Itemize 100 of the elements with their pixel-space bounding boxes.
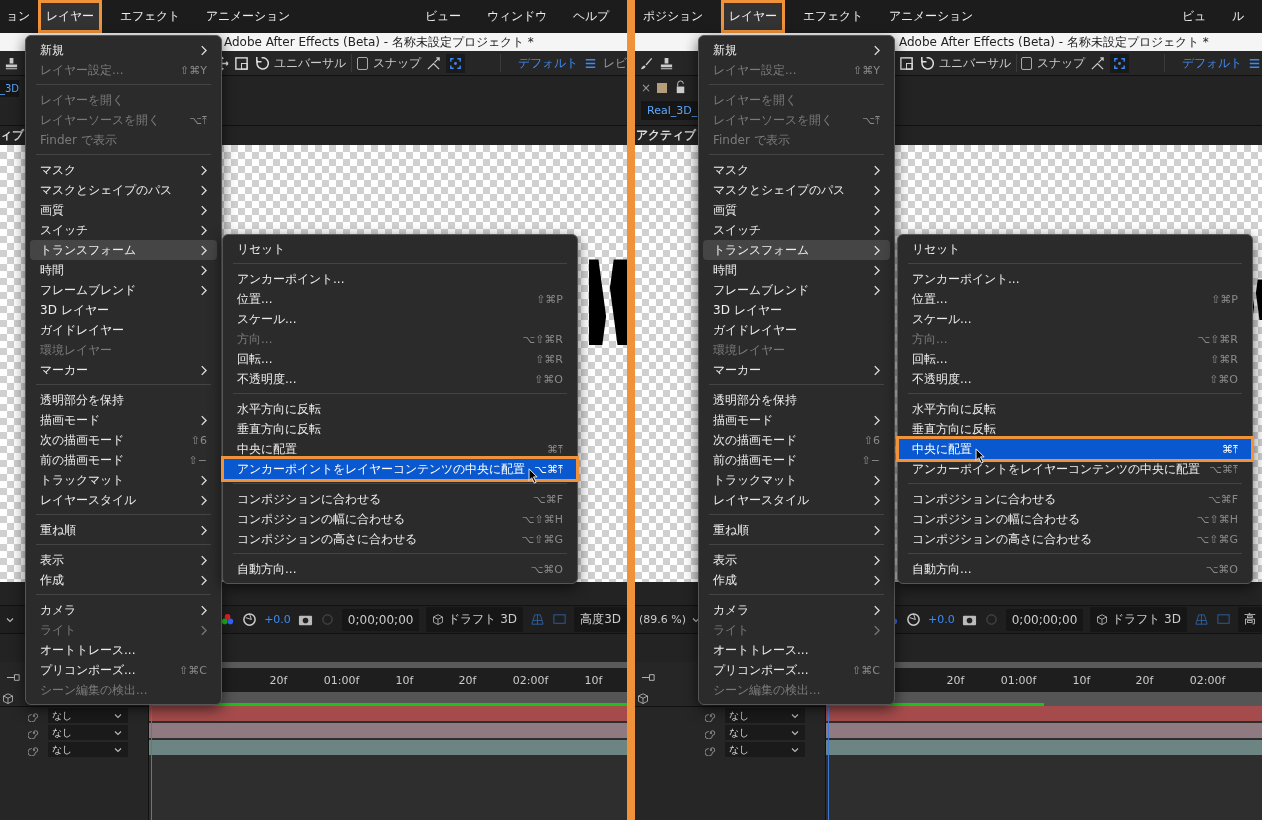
menu-item[interactable]: 自動方向... ⌥⌘O [227, 559, 573, 579]
composition-tab[interactable]: _3D [0, 80, 20, 97]
menu-item[interactable]: 回転... ⇧⌘R [227, 349, 573, 369]
snap-tool-icon[interactable] [426, 55, 442, 71]
menu-item[interactable]: オートトレース... [703, 640, 890, 660]
snap-checkbox[interactable] [1021, 56, 1033, 70]
menu-bar-item[interactable]: ポジション [635, 0, 711, 33]
close-icon[interactable]: × [641, 80, 652, 95]
focus-icon[interactable] [1110, 53, 1130, 73]
stamp-icon[interactable] [659, 55, 674, 71]
cube-icon[interactable] [2, 693, 14, 705]
parent-dropdown[interactable]: なし [48, 708, 128, 723]
menu-item[interactable]: 透明部分を保持 [703, 390, 890, 410]
menu-item[interactable]: コンポジションの高さに合わせる ⌥⇧⌘G [902, 529, 1248, 549]
menu-item[interactable]: オートトレース... [30, 640, 217, 660]
menu-item[interactable]: マスクとシェイプのパス [30, 180, 217, 200]
exposure-icon[interactable] [242, 612, 258, 627]
timecode-field[interactable]: 0;00;00;00 [341, 608, 420, 631]
rotate-icon[interactable] [254, 55, 270, 71]
menu-item[interactable]: プリコンポーズ... ⇧⌘C [30, 660, 217, 680]
menu-item[interactable]: 垂直方向に反転 [902, 419, 1248, 439]
parent-dropdown[interactable]: なし [725, 742, 805, 757]
workspace-tab[interactable]: レビ [603, 54, 627, 72]
menu-item[interactable]: 表示 [703, 550, 890, 570]
menu-item[interactable]: スイッチ [30, 220, 217, 240]
menu-item[interactable]: マスク [703, 160, 890, 180]
renderer-button[interactable]: ドラフト 3D [1090, 607, 1187, 632]
parent-dropdown[interactable]: なし [725, 708, 805, 723]
menu-item[interactable]: 透明部分を保持 [30, 390, 217, 410]
menu-item[interactable]: 新規 [30, 40, 217, 60]
menu-item[interactable]: ガイドレイヤー [703, 320, 890, 340]
menu-bar-item[interactable]: エフェクト [795, 0, 871, 33]
menu-item[interactable]: 前の描画モード ⇧− [30, 450, 217, 470]
transform-box-icon[interactable] [898, 55, 914, 71]
menu-bar-item[interactable]: ビュー [417, 0, 469, 33]
menu-bar-item[interactable]: アニメーション [198, 0, 298, 33]
menu-item[interactable]: スイッチ [703, 220, 890, 240]
menu-item[interactable]: 不透明度... ⇧⌘O [227, 369, 573, 389]
menu-item[interactable]: 不透明度... ⇧⌘O [902, 369, 1248, 389]
menu-item[interactable]: 画質 [30, 200, 217, 220]
menu-item[interactable]: 垂直方向に反転 [227, 419, 573, 439]
renderer-dropdown[interactable]: 高 [1238, 607, 1262, 632]
menu-item[interactable]: 自動方向... ⌥⌘O [902, 559, 1248, 579]
menu-bar-item[interactable]: ョン [0, 0, 38, 33]
menu-item[interactable]: トランスフォーム [703, 240, 890, 260]
menu-item[interactable]: 描画モード [30, 410, 217, 430]
grid-icon[interactable] [1194, 612, 1209, 627]
menu-item[interactable]: アンカーポイントをレイヤーコンテンツの中央に配置 ⌥⌘⤒ [902, 459, 1248, 479]
menu-item[interactable]: コンポジションに合わせる ⌥⌘F [902, 489, 1248, 509]
menu-item[interactable]: リセット [227, 239, 573, 259]
menu-item[interactable]: マーカー [30, 360, 217, 380]
menu-item[interactable]: 次の描画モード ⇧6 [30, 430, 217, 450]
menu-bar-item[interactable]: アニメーション [881, 0, 981, 33]
menu-item[interactable]: 回転... ⇧⌘R [902, 349, 1248, 369]
axis-mode-label[interactable]: ユニバーサル [274, 54, 347, 72]
renderer-dropdown[interactable]: 高度3D [574, 607, 627, 632]
menu-item[interactable]: トラックマット [30, 470, 217, 490]
menu-item[interactable]: 新規 [703, 40, 890, 60]
focus-icon[interactable] [446, 53, 466, 73]
grid-icon[interactable] [530, 612, 546, 627]
menu-item[interactable]: 3D レイヤー [30, 300, 217, 320]
menu-item[interactable]: 位置... ⇧⌘P [227, 289, 573, 309]
menu-item[interactable]: フレームブレンド [703, 280, 890, 300]
menu-item[interactable]: コンポジションの高さに合わせる ⌥⇧⌘G [227, 529, 573, 549]
workspace-tab[interactable]: デフォルト [1182, 54, 1242, 72]
snap-tool-icon[interactable] [1090, 55, 1106, 71]
workspace-tab[interactable]: デフォルト [518, 54, 578, 72]
menu-item[interactable]: 中央に配置 ⌘⤒ [227, 439, 573, 459]
menu-item[interactable]: コンポジションの幅に合わせる ⌥⇧⌘H [227, 509, 573, 529]
menu-item[interactable]: フレームブレンド [30, 280, 217, 300]
menu-item[interactable]: 水平方向に反転 [227, 399, 573, 419]
work-area-bar[interactable] [149, 703, 627, 706]
renderer-button[interactable]: ドラフト 3D [426, 607, 524, 632]
menu-item[interactable]: 3D レイヤー [703, 300, 890, 320]
snap-label[interactable]: スナップ [1037, 54, 1086, 72]
menu-item[interactable]: アンカーポイント... [227, 269, 573, 289]
menu-item[interactable]: レイヤースタイル [703, 490, 890, 510]
menu-item[interactable]: 位置... ⇧⌘P [902, 289, 1248, 309]
menu-item[interactable]: マスクとシェイプのパス [703, 180, 890, 200]
menu-item[interactable]: 時間 [30, 260, 217, 280]
menu-item[interactable]: 次の描画モード ⇧6 [703, 430, 890, 450]
menu-item[interactable]: コンポジションの幅に合わせる ⌥⇧⌘H [902, 509, 1248, 529]
menu-bar-item[interactable]: レイヤー [721, 0, 785, 33]
menu-bar-item[interactable]: エフェクト [112, 0, 188, 33]
menu-item[interactable]: 重ね順 [703, 520, 890, 540]
menu-bar-item[interactable]: ビュ [1174, 0, 1214, 33]
brush-icon[interactable] [639, 55, 654, 71]
parent-dropdown[interactable]: なし [48, 725, 128, 740]
menu-item[interactable]: リセット [902, 239, 1248, 259]
menu-item[interactable]: 作成 [703, 570, 890, 590]
snap-label[interactable]: スナップ [373, 54, 422, 72]
menu-item[interactable]: カメラ [703, 600, 890, 620]
zoom-dropdown[interactable]: (89.6 %) [639, 613, 687, 626]
parent-dropdown[interactable]: なし [48, 742, 128, 757]
menu-item[interactable]: スケール... [227, 309, 573, 329]
transform-box-icon[interactable] [234, 55, 250, 71]
menu-item[interactable]: 表示 [30, 550, 217, 570]
menu-bar-item[interactable]: レイヤー [38, 0, 102, 33]
exposure-value[interactable]: +0.0 [264, 613, 291, 626]
menu-item[interactable]: 前の描画モード ⇧− [703, 450, 890, 470]
